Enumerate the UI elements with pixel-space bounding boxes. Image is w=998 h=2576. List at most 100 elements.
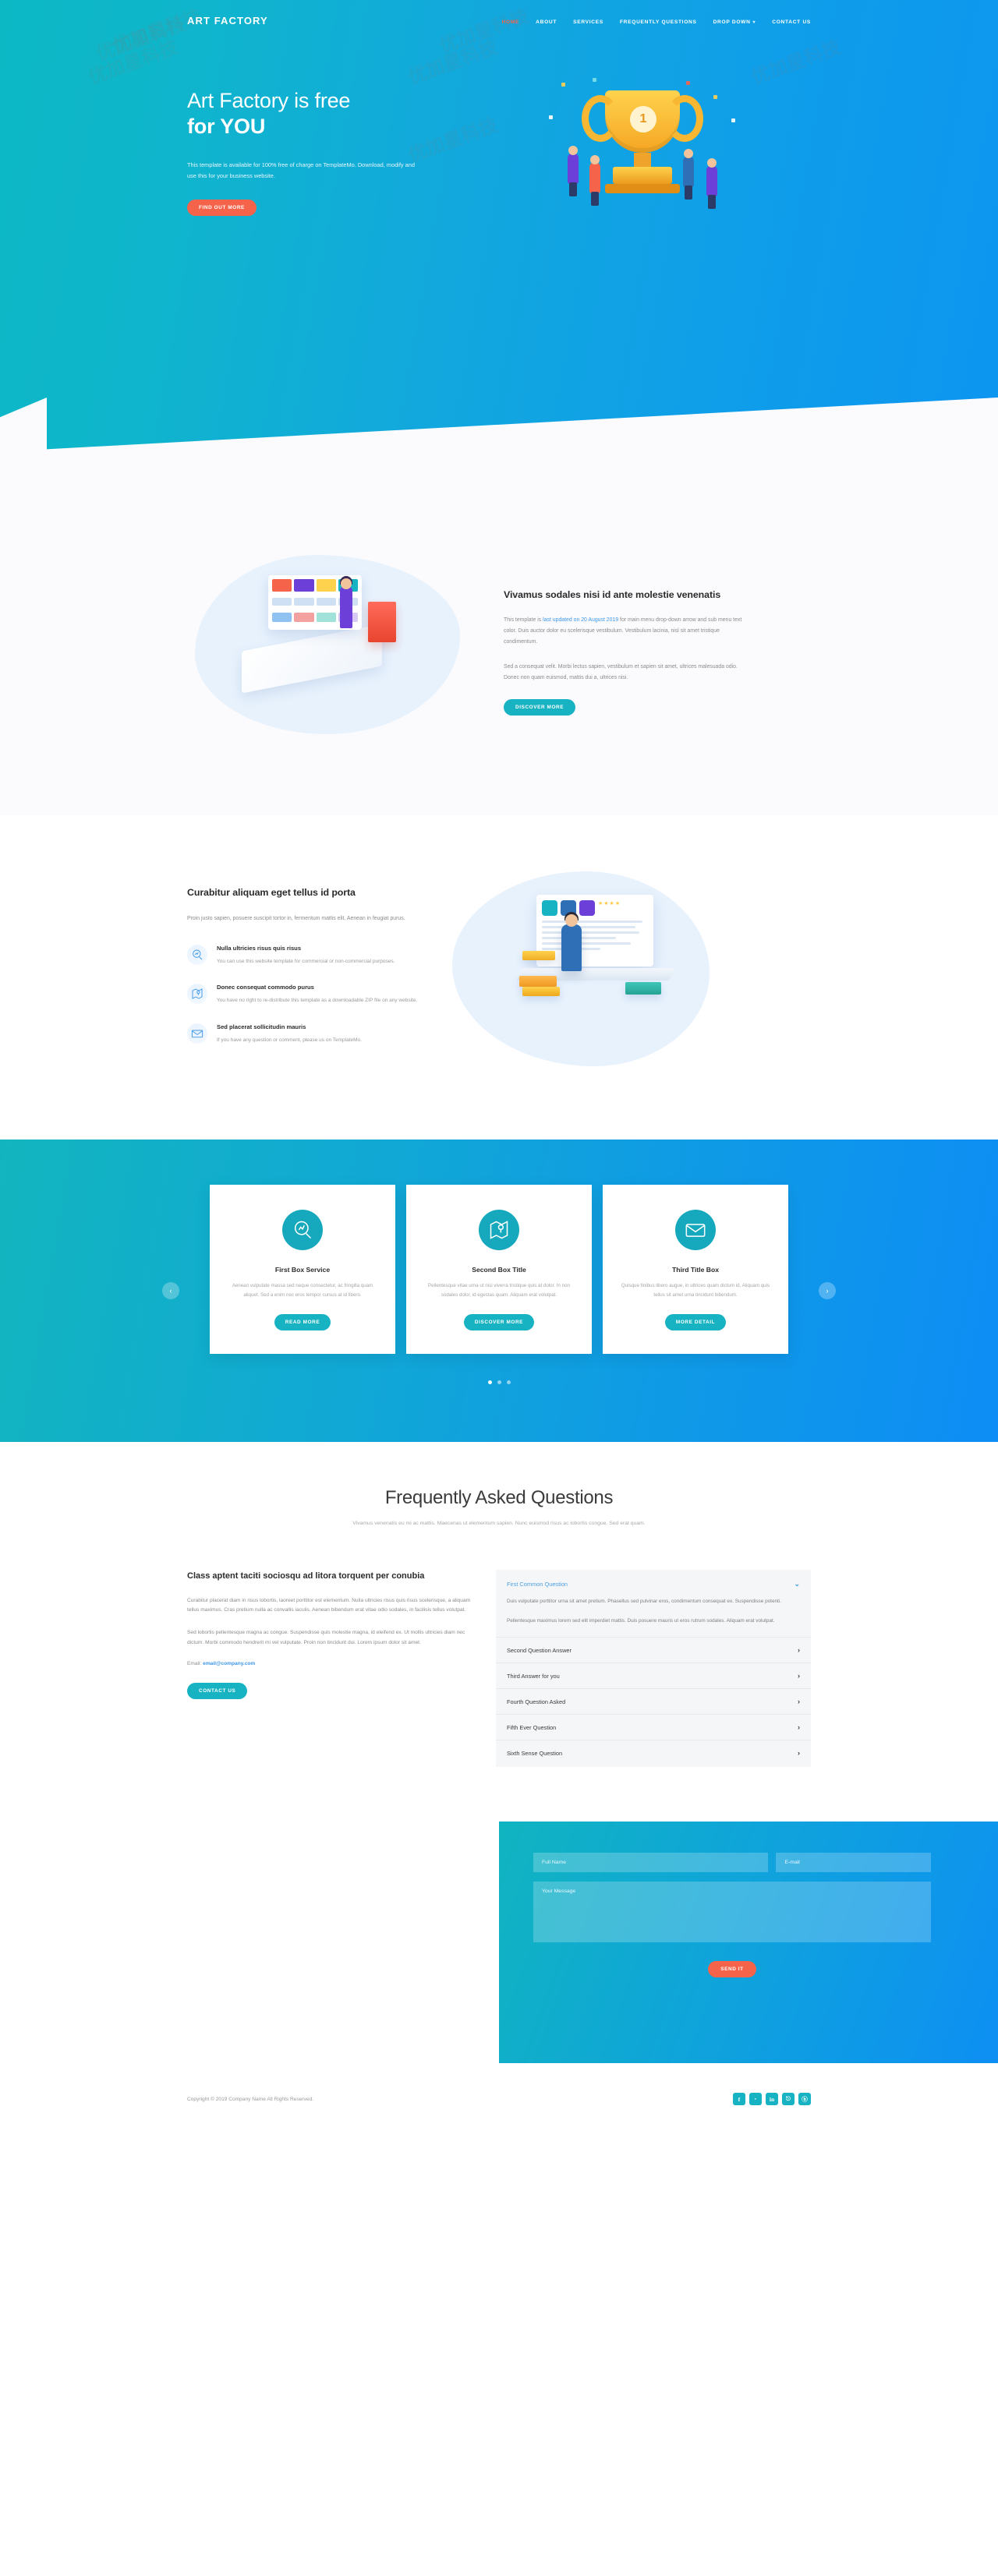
chevron-right-icon[interactable]: › [798,1698,800,1705]
accordion-header[interactable]: Sixth Sense Question › [496,1740,811,1765]
behance-icon[interactable]: ⓑ [798,2093,811,2106]
service-card[interactable]: Second Box Title Pellentesque vitae urna… [406,1185,592,1355]
accordion-item[interactable]: Fourth Question Asked › [496,1689,811,1716]
faq-section: 优加星科技 优加星科技 优加星科技 Frequently Asked Quest… [0,37,998,1799]
accordion-item[interactable]: Sixth Sense Question › [496,1740,811,1765]
nav-link-about[interactable]: About [536,19,557,25]
feature-text: You can use this website template for co… [217,958,395,964]
nav-item-about[interactable]: About [536,13,557,27]
facebook-icon[interactable]: f [733,2093,745,2106]
accordion-question: Fifth Ever Question [507,1723,557,1731]
linkedin-icon[interactable]: in [766,2093,778,2106]
twitter-icon[interactable]: ᵛ [749,2093,762,2106]
send-button[interactable]: Send It [708,1961,756,1978]
service-card-text: Quisque finibus libero augue, in ultrice… [621,1283,770,1299]
about-heading: Vivamus sodales nisi id ante molestie ve… [504,588,721,600]
map-pin-icon [187,984,207,1005]
feature-title: Sed placerat sollicitudin mauris [217,1023,306,1030]
accordion-question: Sixth Sense Question [507,1749,563,1757]
features-section: 优加星科技 优加星科技 Curabitur aliquam eget tellu… [0,13,998,1140]
features-text-block: Curabitur aliquam eget tellus id porta P… [187,885,444,1062]
nav-link-faq[interactable]: Frequently Questions [620,19,697,25]
person-figure [683,149,694,200]
carousel-dot[interactable] [497,1380,501,1385]
person-figure [589,155,600,206]
feature-item: Nulla ultricies risus quis risus You can… [187,944,444,967]
nav-item-dropdown[interactable]: Drop Down ▾ [713,13,756,27]
message-textarea[interactable] [533,1882,931,1943]
accordion-item[interactable]: Fifth Ever Question › [496,1715,811,1741]
envelope-icon [187,1023,207,1044]
accordion-header[interactable]: Third Answer for you › [496,1663,811,1688]
nav-link-services[interactable]: Services [573,19,603,25]
faq-email-link[interactable]: email@company.com [203,1661,255,1666]
person-figure [568,146,579,196]
accordion-header[interactable]: Fourth Question Asked › [496,1689,811,1714]
envelope-icon [675,1210,716,1250]
accordion-item[interactable]: Third Answer for you › [496,1663,811,1690]
feature-item: Sed placerat sollicitudin mauris If you … [187,1023,444,1046]
features-row: Curabitur aliquam eget tellus id porta P… [187,857,811,1091]
about-paragraph-2: Sed a consequat velit. Morbi lectus sapi… [504,663,738,680]
nav-item-contact[interactable]: Contact Us [772,13,811,27]
accordion-item[interactable]: First Common Question ⌄ Duis vulputate p… [496,1571,811,1638]
about-update-link[interactable]: last updated on 20 August 2019 [543,617,618,623]
chevron-right-icon[interactable]: › [798,1646,800,1654]
feature-item: Donec consequat commodo purus You have n… [187,984,444,1006]
chevron-down-icon[interactable]: ⌄ [794,1580,800,1588]
accordion-question: Third Answer for you [507,1672,560,1680]
site-logo[interactable]: ART FACTORY [187,15,268,27]
carousel-next-button[interactable]: › [819,1282,836,1300]
search-chart-icon [187,944,207,965]
accordion-answer-1: Duis vulputate porttitor urna sit amet p… [507,1599,782,1605]
contact-map[interactable] [0,1822,515,2064]
accordion-item[interactable]: Second Question Answer › [496,1638,811,1664]
carousel-dot[interactable] [506,1380,511,1385]
hero-paragraph: This template is available for 100% free… [187,161,415,180]
features-list: Nulla ultricies risus quis risus You can… [187,944,444,1046]
page-root: ART FACTORY Home About Services Frequent… [0,0,998,2133]
faq-contact-button[interactable]: Contact Us [187,1682,248,1699]
chevron-right-icon[interactable]: › [798,1723,800,1731]
accordion-header[interactable]: First Common Question ⌄ [496,1571,811,1597]
nav-item-services[interactable]: Services [573,13,603,27]
faq-row: Class aptent taciti sociosqu ad litora t… [187,1570,811,1768]
accordion-header[interactable]: Fifth Ever Question › [496,1715,811,1740]
accordion-header[interactable]: Second Question Answer › [496,1638,811,1663]
chevron-right-icon[interactable]: › [798,1749,800,1757]
service-card[interactable]: Third Title Box Quisque finibus libero a… [603,1185,788,1355]
carousel-prev-button[interactable]: ‹ [162,1282,179,1300]
hero-cta-button[interactable]: Find Out More [187,200,257,217]
nav-list: Home About Services Frequently Questions… [502,13,811,27]
nav-item-home[interactable]: Home [502,13,520,27]
chevron-right-icon[interactable]: › [798,1672,800,1680]
services-container: First Box Service Aenean vulputate massa… [187,1185,811,1385]
service-card-button[interactable]: Read More [274,1314,331,1331]
hero-title: Art Factory is free for YOU [187,88,468,140]
about-p1-before: This template is [504,617,543,623]
person-figure [561,912,582,971]
copyright-text: Copyright © 2019 Company Name All Rights… [187,2096,314,2102]
hero-section: ART FACTORY Home About Services Frequent… [0,0,998,491]
service-card-button[interactable]: More Detail [664,1314,727,1331]
hero-title-line1: Art Factory is free [187,88,351,112]
nav-link-home[interactable]: Home [502,19,520,25]
about-illustration [187,535,483,769]
nav-link-dropdown[interactable]: Drop Down ▾ [713,19,756,25]
email-input[interactable] [776,1853,931,1873]
hero-text-block: Art Factory is free for YOU This templat… [187,88,476,217]
about-cta-button[interactable]: Discover More [504,699,576,716]
service-card[interactable]: First Box Service Aenean vulputate massa… [210,1185,395,1355]
nav-item-faq[interactable]: Frequently Questions [620,13,697,27]
full-name-input[interactable] [533,1853,769,1873]
footer-row: Copyright © 2019 Company Name All Rights… [187,2093,811,2106]
carousel-dot[interactable] [487,1380,492,1385]
service-card-title: Second Box Title [472,1266,526,1274]
faq-left-paragraph-1: Curabitur placerat diam in risus loborti… [187,1597,471,1613]
nav-link-contact[interactable]: Contact Us [772,19,811,25]
service-card-title: First Box Service [274,1266,331,1274]
rss-icon[interactable]: ⎋ [782,2093,795,2106]
service-card-button[interactable]: Discover More [463,1314,535,1331]
faq-header: Frequently Asked Questions Vivamus venen… [187,1487,811,1529]
feature-text: If you have any question or comment, ple… [217,1037,362,1043]
